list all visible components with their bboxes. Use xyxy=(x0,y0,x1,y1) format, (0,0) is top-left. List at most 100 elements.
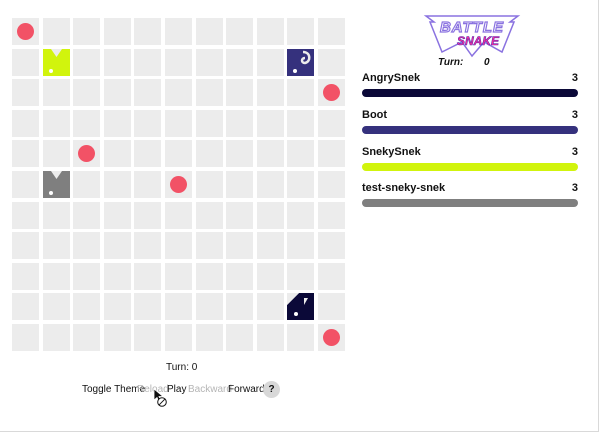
board-cell xyxy=(134,262,162,290)
board-cell xyxy=(165,79,192,107)
board-cell xyxy=(195,48,223,76)
snake-name: AngrySnek xyxy=(362,72,421,84)
board-cell xyxy=(318,201,345,229)
board-cell xyxy=(318,293,345,321)
board-cell xyxy=(165,324,192,351)
svg-text:SNAKE: SNAKE xyxy=(457,34,500,48)
board-cell xyxy=(73,109,101,137)
board-cell xyxy=(103,201,131,229)
board-cell xyxy=(134,324,162,351)
board-cell xyxy=(42,140,70,168)
snake-name: Boot xyxy=(362,109,388,121)
scoreboard-row-snekysnek: SnekySnek 3 xyxy=(362,146,580,182)
board-cell xyxy=(73,293,101,321)
snake-length: 3 xyxy=(571,146,578,158)
board-cell xyxy=(103,109,131,137)
board-cell xyxy=(195,171,223,198)
backward-button[interactable]: Backward xyxy=(188,384,232,395)
board-cell xyxy=(256,18,284,45)
forward-button[interactable]: Forward xyxy=(228,384,265,395)
snake-length: 3 xyxy=(571,72,578,84)
not-allowed-cursor-icon xyxy=(153,388,167,407)
turn-counter: Turn: 0 xyxy=(166,362,198,373)
board-cell xyxy=(103,171,131,198)
toggle-theme-button[interactable]: Toggle Theme xyxy=(82,384,145,395)
board-cell xyxy=(134,201,162,229)
board-cell xyxy=(318,171,345,198)
board-cell xyxy=(134,79,162,107)
board-cell xyxy=(318,232,345,260)
food-item xyxy=(323,329,340,346)
board-cell xyxy=(134,293,162,321)
board-cell xyxy=(103,262,131,290)
board-cell xyxy=(256,109,284,137)
board-cell xyxy=(287,79,315,107)
board-cell xyxy=(226,140,254,168)
board-cell xyxy=(287,232,315,260)
board-cell xyxy=(103,293,131,321)
board-cell xyxy=(12,293,39,321)
board-cell xyxy=(195,18,223,45)
board-cell xyxy=(195,262,223,290)
board-cell xyxy=(134,109,162,137)
board-cell xyxy=(256,171,284,198)
board-cell xyxy=(42,79,70,107)
board-cell xyxy=(256,140,284,168)
board-cell xyxy=(318,18,345,45)
board-cell xyxy=(226,232,254,260)
board-cell xyxy=(195,140,223,168)
play-button[interactable]: Play xyxy=(167,384,186,395)
board-cell xyxy=(287,18,315,45)
board-cell xyxy=(42,109,70,137)
board-cell xyxy=(73,79,101,107)
board-cell xyxy=(73,48,101,76)
snake-head-angrysnek xyxy=(287,293,315,321)
board-cell xyxy=(195,109,223,137)
board-cell xyxy=(165,293,192,321)
board-cell xyxy=(134,171,162,198)
board-cell xyxy=(12,109,39,137)
board-cell xyxy=(134,140,162,168)
snake-head-boot xyxy=(287,48,315,76)
snake-health-bar xyxy=(362,89,578,97)
board-cell xyxy=(165,262,192,290)
board-cell xyxy=(226,201,254,229)
board-cell xyxy=(256,262,284,290)
board-cell xyxy=(73,324,101,351)
board-cell xyxy=(12,262,39,290)
board-cell xyxy=(42,262,70,290)
board-cell xyxy=(73,18,101,45)
board-cell xyxy=(287,201,315,229)
snake-health-bar xyxy=(362,126,578,134)
board-cell xyxy=(103,18,131,45)
board-cell xyxy=(256,324,284,351)
board-cell xyxy=(12,201,39,229)
board-cell xyxy=(165,48,192,76)
board-cell xyxy=(42,324,70,351)
board-cell xyxy=(195,201,223,229)
board-cell xyxy=(256,201,284,229)
board-cell xyxy=(134,232,162,260)
board-cell xyxy=(226,324,254,351)
snake-name: test-sneky-snek xyxy=(362,182,446,194)
board-cell xyxy=(103,140,131,168)
board-cell xyxy=(256,79,284,107)
board-cell xyxy=(226,48,254,76)
board-cell xyxy=(287,109,315,137)
board-cell xyxy=(42,18,70,45)
snake-head-snekysnek xyxy=(42,48,70,76)
scoreboard-row-boot: Boot 3 xyxy=(362,109,580,145)
board-cell xyxy=(103,232,131,260)
snake-length: 3 xyxy=(571,109,578,121)
board-cell xyxy=(12,140,39,168)
board-cell xyxy=(73,171,101,198)
board-cell xyxy=(226,79,254,107)
board-cell xyxy=(287,171,315,198)
board-cell xyxy=(226,109,254,137)
help-button[interactable]: ? xyxy=(263,381,280,398)
board-cell xyxy=(287,140,315,168)
board-cell xyxy=(12,324,39,351)
board-cell xyxy=(318,109,345,137)
game-board xyxy=(12,18,348,354)
board-cell xyxy=(256,293,284,321)
